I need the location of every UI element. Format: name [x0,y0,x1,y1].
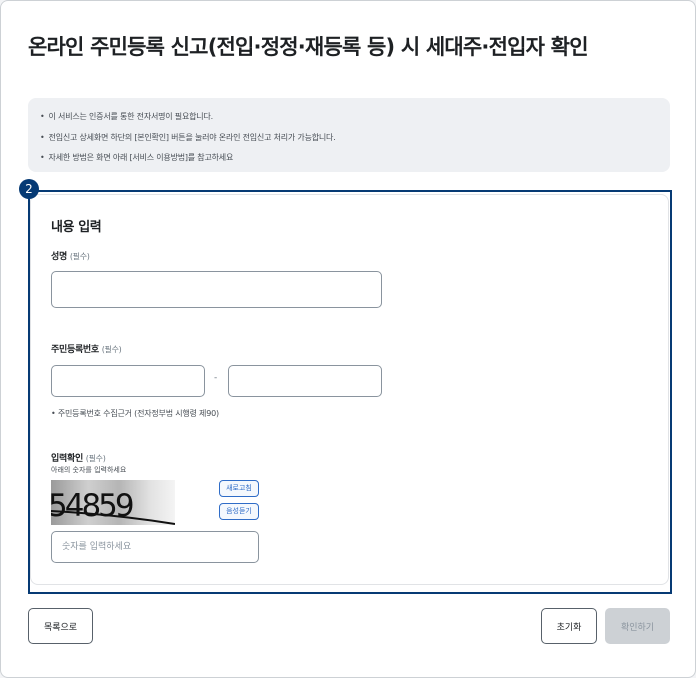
rrn-back-input[interactable] [228,365,382,397]
captcha-instruction: 아래의 숫자를 입력하세요 [51,466,127,474]
rrn-label: 주민등록번호 (필수) [51,345,122,355]
notice-item: • 전입신고 상세화면 하단의 [본인확인] 버튼을 눌러야 온라인 전입신고 처… [40,128,658,149]
notice-item: • 이 서비스는 인증서를 통한 전자서명이 필요합니다. [40,107,658,128]
captcha-refresh-button[interactable]: 새로고침 [219,480,259,497]
content-input-card: 내용 입력 성명 (필수) 주민등록번호 (필수) - • 주민등록번호 수집근… [30,194,669,585]
captcha-digits: 54859 [51,488,133,524]
required-mark: (필수) [69,252,90,261]
list-button[interactable]: 목록으로 [28,608,93,644]
notice-box: • 이 서비스는 인증서를 통한 전자서명이 필요합니다. • 전입신고 상세화면 … [28,98,670,172]
page-title: 온라인 주민등록 신고(전입·정정·재등록 등) 시 세대주·전입자 확인 [28,35,589,59]
captcha-audio-button[interactable]: 음성듣기 [219,503,259,520]
section-title: 내용 입력 [51,220,102,235]
bullet-icon: • [40,132,45,142]
bullet-icon: • [40,112,45,121]
name-label: 성명 (필수) [51,252,90,262]
name-input[interactable] [51,271,382,308]
page-frame: 온라인 주민등록 신고(전입·정정·재등록 등) 시 세대주·전입자 확인 • 이… [0,0,696,678]
rrn-front-input[interactable] [51,365,205,397]
reset-button[interactable]: 초기화 [541,608,597,644]
rrn-separator: - [214,373,218,383]
notice-item: • 자세한 방법은 화면 아래 [서비스 이용방법]를 참고하세요 [40,148,658,169]
captcha-answer-input[interactable] [51,531,259,563]
required-mark: (필수) [101,345,122,354]
captcha-graphic: 54859 [51,488,175,525]
captcha-label: 입력확인 (필수) [51,454,106,464]
captcha-image: 54859 [51,480,175,525]
confirm-button[interactable]: 확인하기 [605,608,670,644]
step-number-badge: 2 [19,179,39,199]
required-mark: (필수) [85,454,106,463]
bullet-icon: • [40,153,45,162]
rrn-collection-basis-hint: • 주민등록번호 수집근거 (전자정부법 시행령 제90) [51,409,219,418]
